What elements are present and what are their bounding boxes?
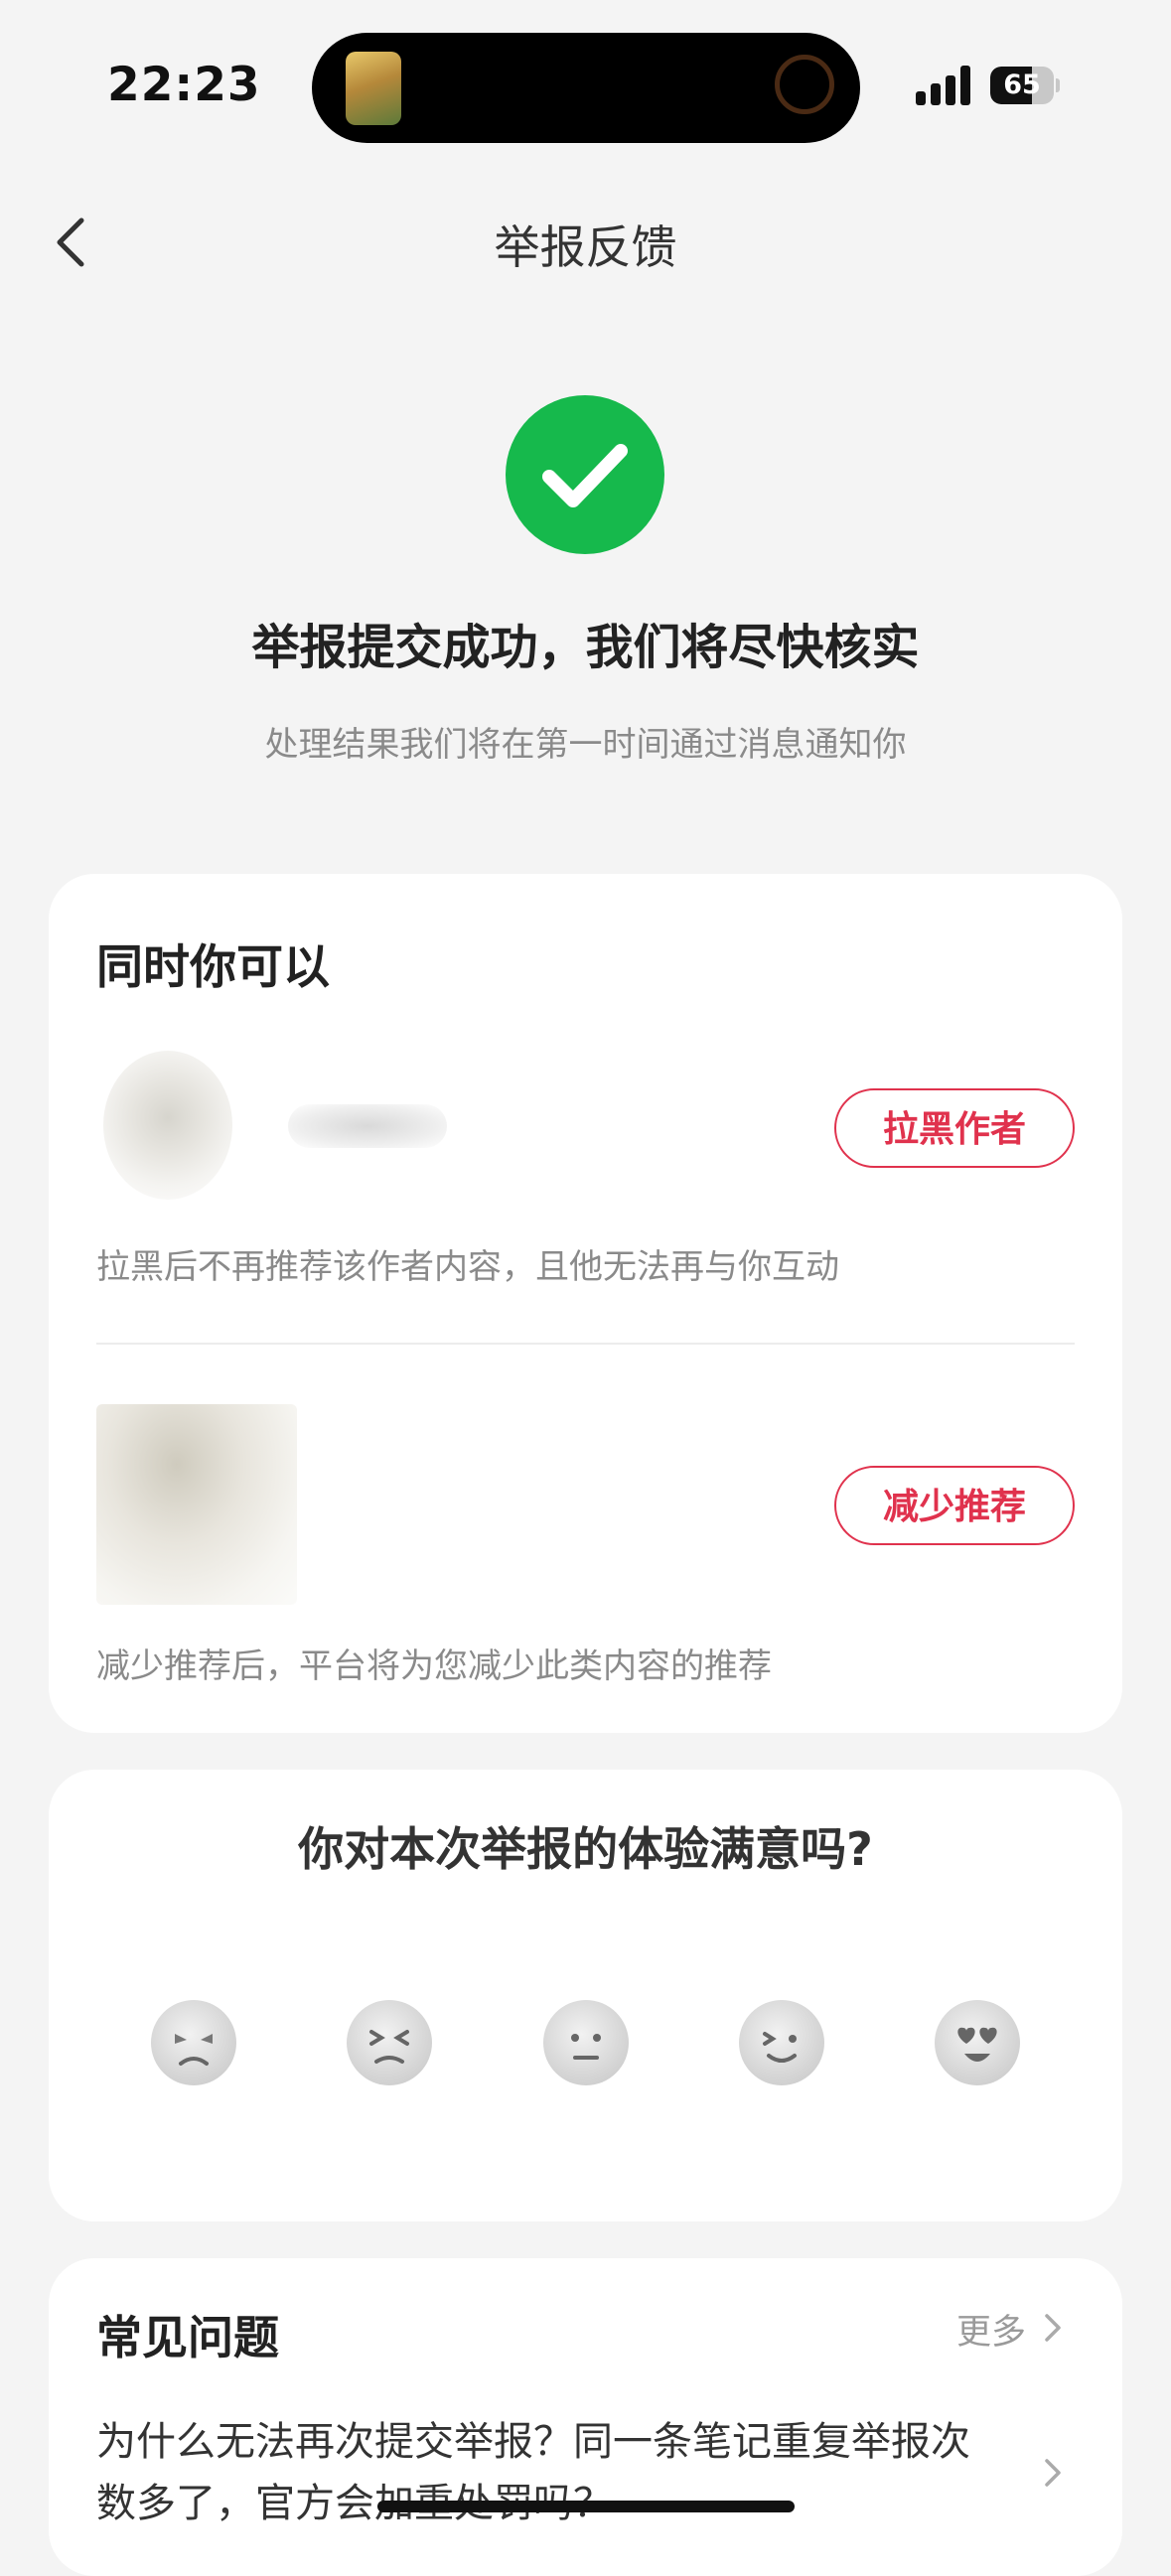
page-title: 举报反馈 xyxy=(494,220,677,274)
dynamic-island xyxy=(312,33,860,143)
battery-icon: 65 xyxy=(990,67,1060,104)
chevron-right-icon[interactable] xyxy=(1039,2310,1067,2346)
faq-more-link[interactable]: 更多 xyxy=(956,2304,1026,2355)
success-subtitle: 处理结果我们将在第一时间通过消息通知你 xyxy=(264,725,907,765)
author-name-blurred xyxy=(288,1104,447,1148)
success-title: 举报提交成功，我们将尽快核实 xyxy=(251,620,920,675)
signal-icon xyxy=(916,66,975,105)
battery-percent: 65 xyxy=(1003,70,1041,100)
faq-question[interactable]: 为什么无法再次提交举报？同一条笔记重复举报次数多了，官方会加重处罚吗？ xyxy=(96,2411,990,2534)
faq-title: 常见问题 xyxy=(96,2311,279,2364)
divider xyxy=(96,1343,1075,1345)
very-unsatisfied-face-icon[interactable] xyxy=(151,2000,236,2085)
very-satisfied-face-icon[interactable] xyxy=(935,2000,1020,2085)
reduce-recommend-description: 减少推荐后，平台将为您减少此类内容的推荐 xyxy=(96,1646,772,1686)
neutral-face-icon[interactable] xyxy=(543,2000,629,2085)
block-author-button[interactable]: 拉黑作者 xyxy=(834,1088,1075,1168)
unsatisfied-face-icon[interactable] xyxy=(347,2000,432,2085)
author-avatar xyxy=(103,1051,232,1200)
actions-heading: 同时你可以 xyxy=(96,940,330,995)
block-author-description: 拉黑后不再推荐该作者内容，且他无法再与你互动 xyxy=(96,1247,839,1287)
home-indicator[interactable] xyxy=(377,2501,795,2512)
activity-ring-icon xyxy=(775,55,834,114)
reduce-recommend-button[interactable]: 减少推荐 xyxy=(834,1466,1075,1545)
satisfied-face-icon[interactable] xyxy=(739,2000,824,2085)
status-time: 22:23 xyxy=(107,58,261,112)
rating-question: 你对本次举报的体验满意吗? xyxy=(298,1822,873,1876)
note-thumbnail xyxy=(96,1404,297,1605)
now-playing-artwork xyxy=(346,52,401,125)
chevron-right-icon[interactable] xyxy=(1039,2455,1067,2491)
success-check-icon xyxy=(506,395,664,554)
